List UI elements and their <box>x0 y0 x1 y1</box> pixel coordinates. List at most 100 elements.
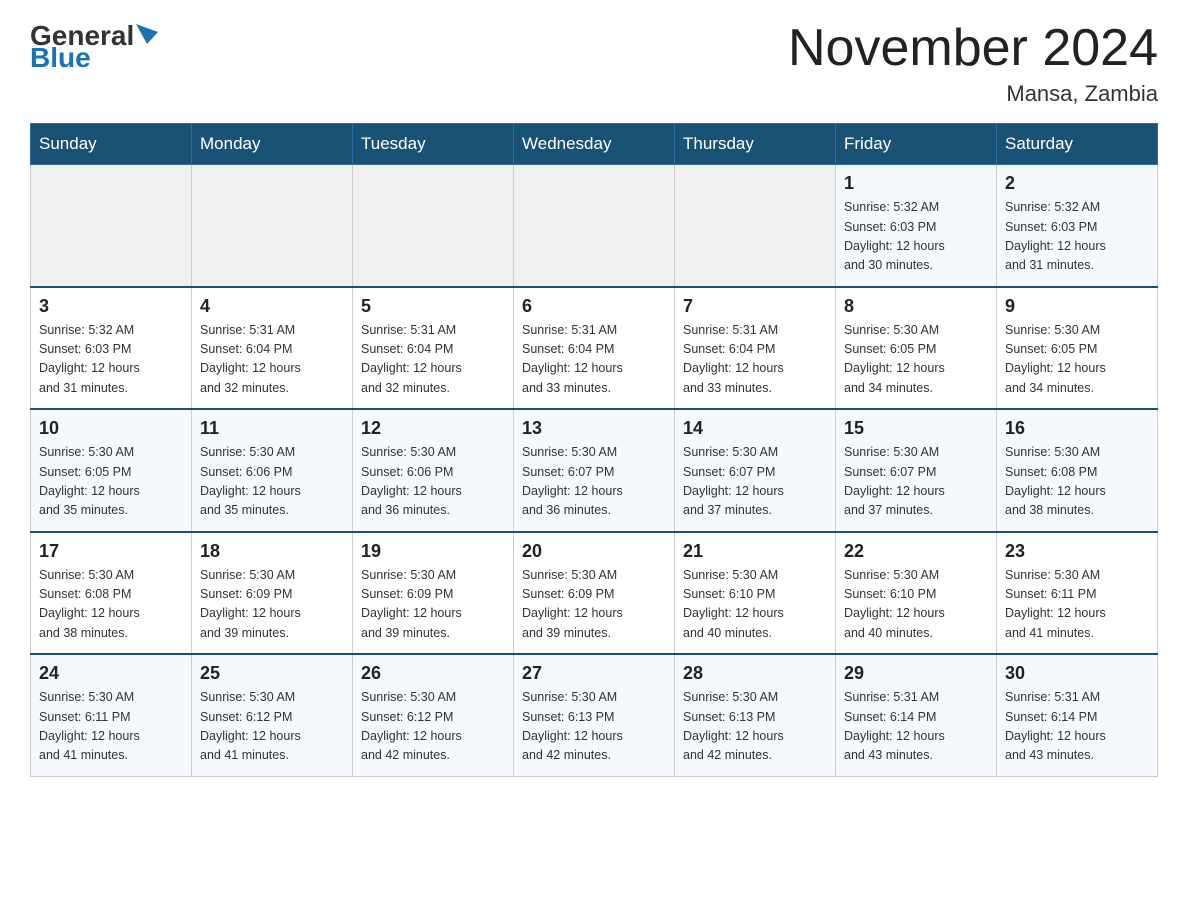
header-thursday: Thursday <box>675 124 836 165</box>
header-monday: Monday <box>192 124 353 165</box>
day-number: 5 <box>361 296 505 317</box>
day-info: Sunrise: 5:30 AMSunset: 6:07 PMDaylight:… <box>844 443 988 521</box>
day-number: 7 <box>683 296 827 317</box>
day-number: 30 <box>1005 663 1149 684</box>
header-sunday: Sunday <box>31 124 192 165</box>
day-info: Sunrise: 5:30 AMSunset: 6:10 PMDaylight:… <box>683 566 827 644</box>
logo-blue-text: Blue <box>30 42 91 74</box>
day-info: Sunrise: 5:30 AMSunset: 6:06 PMDaylight:… <box>200 443 344 521</box>
day-info: Sunrise: 5:30 AMSunset: 6:12 PMDaylight:… <box>200 688 344 766</box>
day-info: Sunrise: 5:30 AMSunset: 6:05 PMDaylight:… <box>844 321 988 399</box>
day-info: Sunrise: 5:30 AMSunset: 6:12 PMDaylight:… <box>361 688 505 766</box>
day-info: Sunrise: 5:30 AMSunset: 6:08 PMDaylight:… <box>39 566 183 644</box>
day-number: 1 <box>844 173 988 194</box>
weekday-header-row: Sunday Monday Tuesday Wednesday Thursday… <box>31 124 1158 165</box>
day-number: 26 <box>361 663 505 684</box>
day-number: 18 <box>200 541 344 562</box>
calendar-cell: 13 Sunrise: 5:30 AMSunset: 6:07 PMDayligh… <box>514 409 675 532</box>
calendar-cell: 3 Sunrise: 5:32 AMSunset: 6:03 PMDaylight… <box>31 287 192 410</box>
day-number: 27 <box>522 663 666 684</box>
day-number: 19 <box>361 541 505 562</box>
calendar-title: November 2024 <box>788 20 1158 77</box>
calendar-cell: 18 Sunrise: 5:30 AMSunset: 6:09 PMDayligh… <box>192 532 353 655</box>
header-wednesday: Wednesday <box>514 124 675 165</box>
calendar-cell: 28Sunrise: 5:30 AMSunset: 6:13 PMDayligh… <box>675 654 836 776</box>
page-header: General Blue November 2024 Mansa, Zambia <box>30 20 1158 107</box>
calendar-cell: 10Sunrise: 5:30 AMSunset: 6:05 PMDayligh… <box>31 409 192 532</box>
day-info: Sunrise: 5:30 AMSunset: 6:05 PMDaylight:… <box>1005 321 1149 399</box>
day-number: 17 <box>39 541 183 562</box>
calendar-location: Mansa, Zambia <box>788 81 1158 107</box>
day-number: 6 <box>522 296 666 317</box>
logo: General Blue <box>30 20 158 74</box>
calendar-cell <box>31 165 192 287</box>
day-info: Sunrise: 5:32 AMSunset: 6:03 PMDaylight:… <box>39 321 183 399</box>
day-info: Sunrise: 5:30 AMSunset: 6:09 PMDaylight:… <box>200 566 344 644</box>
day-info: Sunrise: 5:31 AMSunset: 6:04 PMDaylight:… <box>361 321 505 399</box>
header-tuesday: Tuesday <box>353 124 514 165</box>
day-number: 15 <box>844 418 988 439</box>
day-number: 24 <box>39 663 183 684</box>
calendar-cell: 15 Sunrise: 5:30 AMSunset: 6:07 PMDayligh… <box>836 409 997 532</box>
calendar-cell: 30 Sunrise: 5:31 AMSunset: 6:14 PMDayligh… <box>997 654 1158 776</box>
calendar-table: Sunday Monday Tuesday Wednesday Thursday… <box>30 123 1158 777</box>
calendar-cell <box>514 165 675 287</box>
calendar-cell: 12 Sunrise: 5:30 AMSunset: 6:06 PMDayligh… <box>353 409 514 532</box>
calendar-cell: 27 Sunrise: 5:30 AMSunset: 6:13 PMDayligh… <box>514 654 675 776</box>
day-number: 22 <box>844 541 988 562</box>
day-number: 3 <box>39 296 183 317</box>
day-info: Sunrise: 5:30 AMSunset: 6:07 PMDaylight:… <box>522 443 666 521</box>
calendar-cell: 19 Sunrise: 5:30 AMSunset: 6:09 PMDayligh… <box>353 532 514 655</box>
calendar-cell: 6 Sunrise: 5:31 AMSunset: 6:04 PMDaylight… <box>514 287 675 410</box>
day-number: 12 <box>361 418 505 439</box>
calendar-cell: 7 Sunrise: 5:31 AMSunset: 6:04 PMDaylight… <box>675 287 836 410</box>
day-info: Sunrise: 5:32 AMSunset: 6:03 PMDaylight:… <box>1005 198 1149 276</box>
calendar-week-row: 24 Sunrise: 5:30 AMSunset: 6:11 PMDayligh… <box>31 654 1158 776</box>
day-info: Sunrise: 5:30 AMSunset: 6:09 PMDaylight:… <box>522 566 666 644</box>
day-number: 13 <box>522 418 666 439</box>
day-number: 10 <box>39 418 183 439</box>
day-number: 25 <box>200 663 344 684</box>
day-number: 29 <box>844 663 988 684</box>
calendar-cell <box>192 165 353 287</box>
day-number: 9 <box>1005 296 1149 317</box>
day-number: 4 <box>200 296 344 317</box>
day-info: Sunrise: 5:31 AMSunset: 6:14 PMDaylight:… <box>844 688 988 766</box>
calendar-cell: 21Sunrise: 5:30 AMSunset: 6:10 PMDayligh… <box>675 532 836 655</box>
day-number: 14 <box>683 418 827 439</box>
day-number: 2 <box>1005 173 1149 194</box>
calendar-week-row: 1 Sunrise: 5:32 AMSunset: 6:03 PMDaylight… <box>31 165 1158 287</box>
day-info: Sunrise: 5:31 AMSunset: 6:14 PMDaylight:… <box>1005 688 1149 766</box>
day-info: Sunrise: 5:30 AMSunset: 6:07 PMDaylight:… <box>683 443 827 521</box>
calendar-cell <box>353 165 514 287</box>
calendar-cell: 22 Sunrise: 5:30 AMSunset: 6:10 PMDayligh… <box>836 532 997 655</box>
day-info: Sunrise: 5:31 AMSunset: 6:04 PMDaylight:… <box>683 321 827 399</box>
calendar-cell: 16Sunrise: 5:30 AMSunset: 6:08 PMDayligh… <box>997 409 1158 532</box>
calendar-cell: 5 Sunrise: 5:31 AMSunset: 6:04 PMDaylight… <box>353 287 514 410</box>
day-info: Sunrise: 5:30 AMSunset: 6:06 PMDaylight:… <box>361 443 505 521</box>
day-info: Sunrise: 5:30 AMSunset: 6:11 PMDaylight:… <box>39 688 183 766</box>
calendar-week-row: 10Sunrise: 5:30 AMSunset: 6:05 PMDayligh… <box>31 409 1158 532</box>
day-info: Sunrise: 5:30 AMSunset: 6:11 PMDaylight:… <box>1005 566 1149 644</box>
calendar-cell: 24 Sunrise: 5:30 AMSunset: 6:11 PMDayligh… <box>31 654 192 776</box>
day-info: Sunrise: 5:31 AMSunset: 6:04 PMDaylight:… <box>522 321 666 399</box>
day-info: Sunrise: 5:30 AMSunset: 6:10 PMDaylight:… <box>844 566 988 644</box>
day-info: Sunrise: 5:32 AMSunset: 6:03 PMDaylight:… <box>844 198 988 276</box>
calendar-cell: 1 Sunrise: 5:32 AMSunset: 6:03 PMDaylight… <box>836 165 997 287</box>
calendar-cell <box>675 165 836 287</box>
day-number: 23 <box>1005 541 1149 562</box>
logo-arrow-icon <box>136 24 158 44</box>
header-saturday: Saturday <box>997 124 1158 165</box>
calendar-cell: 2 Sunrise: 5:32 AMSunset: 6:03 PMDaylight… <box>997 165 1158 287</box>
day-info: Sunrise: 5:30 AMSunset: 6:13 PMDaylight:… <box>522 688 666 766</box>
calendar-cell: 23 Sunrise: 5:30 AMSunset: 6:11 PMDayligh… <box>997 532 1158 655</box>
calendar-cell: 8Sunrise: 5:30 AMSunset: 6:05 PMDaylight… <box>836 287 997 410</box>
day-info: Sunrise: 5:30 AMSunset: 6:09 PMDaylight:… <box>361 566 505 644</box>
day-info: Sunrise: 5:30 AMSunset: 6:08 PMDaylight:… <box>1005 443 1149 521</box>
calendar-week-row: 17 Sunrise: 5:30 AMSunset: 6:08 PMDayligh… <box>31 532 1158 655</box>
calendar-cell: 17 Sunrise: 5:30 AMSunset: 6:08 PMDayligh… <box>31 532 192 655</box>
calendar-cell: 20Sunrise: 5:30 AMSunset: 6:09 PMDayligh… <box>514 532 675 655</box>
calendar-cell: 26 Sunrise: 5:30 AMSunset: 6:12 PMDayligh… <box>353 654 514 776</box>
calendar-cell: 9 Sunrise: 5:30 AMSunset: 6:05 PMDaylight… <box>997 287 1158 410</box>
day-info: Sunrise: 5:30 AMSunset: 6:13 PMDaylight:… <box>683 688 827 766</box>
